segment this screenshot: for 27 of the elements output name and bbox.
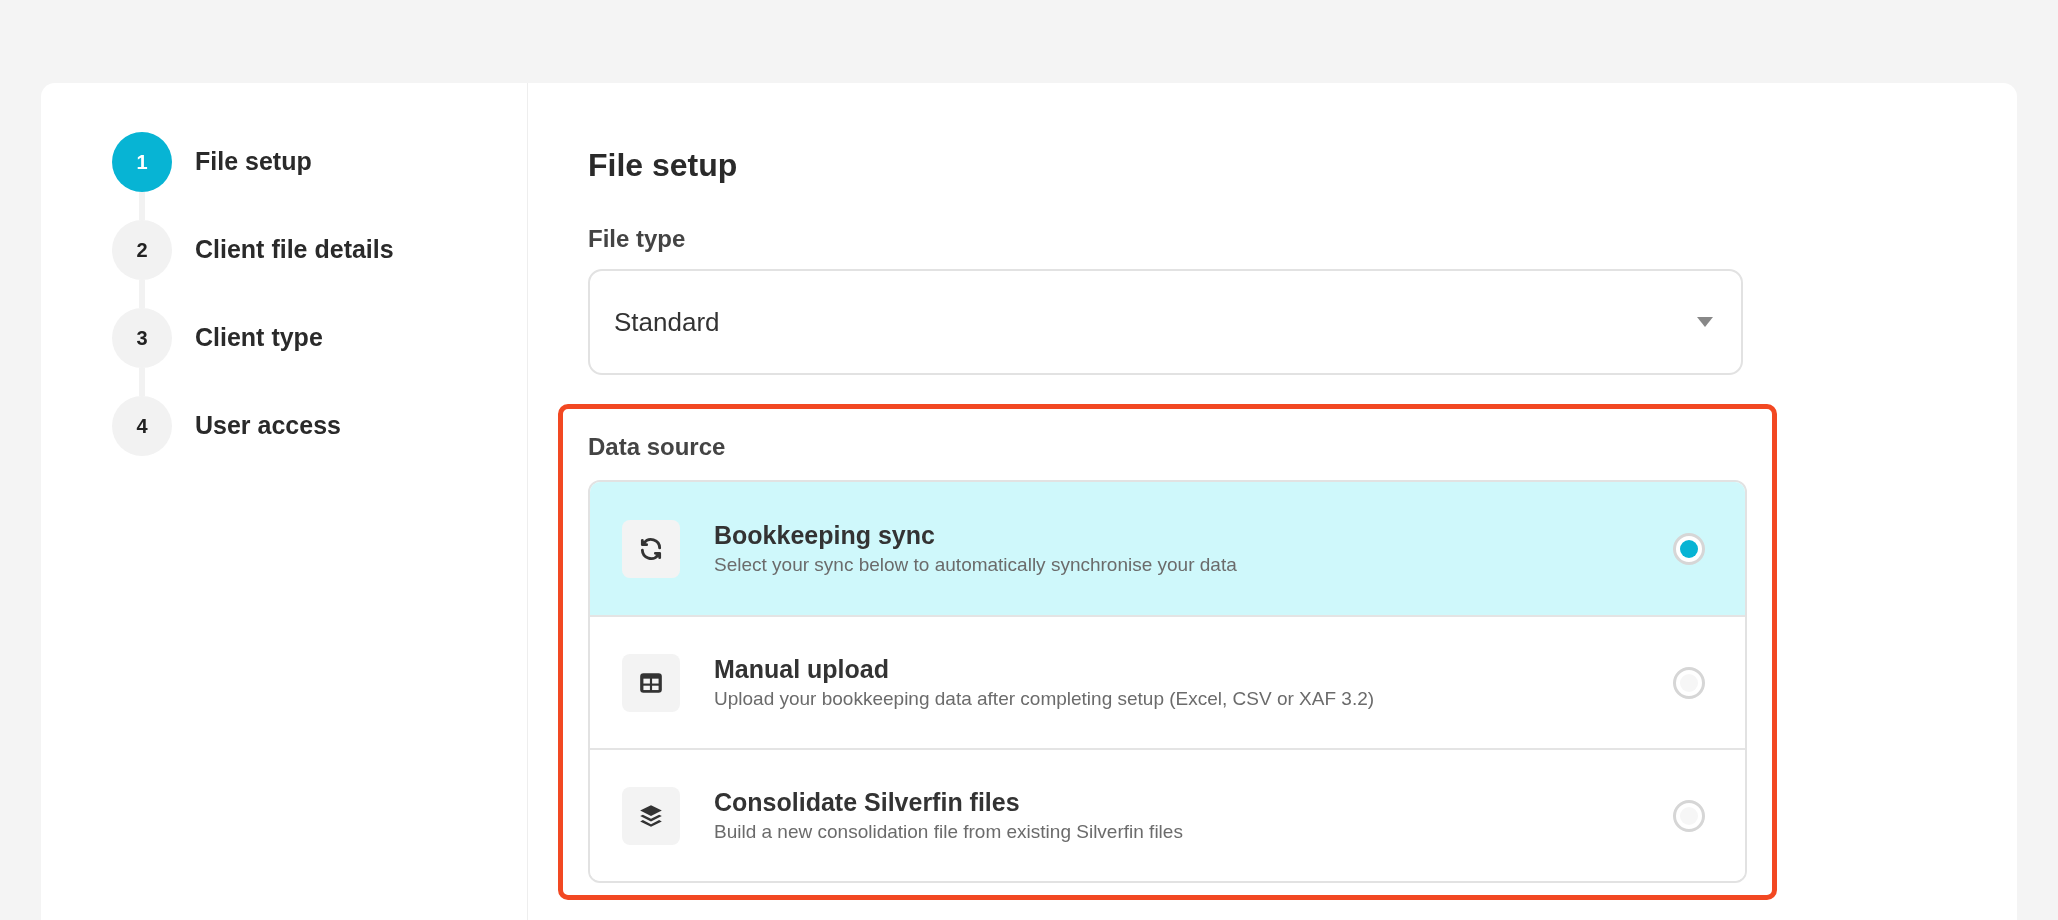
page-title: File setup xyxy=(588,146,739,185)
step-number: 2 xyxy=(112,220,172,280)
step-connector xyxy=(139,192,145,220)
step-number: 3 xyxy=(112,308,172,368)
radio-button[interactable] xyxy=(1673,532,1705,565)
option-title: Consolidate Silverfin files xyxy=(714,786,1021,818)
layers-icon xyxy=(638,802,664,829)
field-label: File type xyxy=(588,224,687,254)
step-number: 1 xyxy=(112,132,172,192)
file-type-select[interactable]: Standard xyxy=(588,269,1743,375)
option-description: Build a new consolidation file from existing Silverfin files xyxy=(714,819,1184,844)
option-title: Bookkeeping sync xyxy=(714,519,936,551)
step-label[interactable]: File setup xyxy=(195,143,312,181)
caret-icon xyxy=(1697,317,1713,327)
field-label: Data source xyxy=(588,432,727,462)
option-title: Manual upload xyxy=(714,653,890,685)
radio-button[interactable] xyxy=(1673,666,1705,699)
option-description: Upload your bookkeeping data after completing setup (Excel, CSV or XAF 3.2) xyxy=(714,686,1376,711)
option-description: Select your sync below to automatically synchronise your data xyxy=(714,552,1238,577)
step-label[interactable]: User access xyxy=(195,407,341,445)
data-source-option[interactable]: Bookkeeping sync Select your sync below to automatically synchronise your data xyxy=(590,482,1745,615)
step-number: 4 xyxy=(112,396,172,456)
step-label[interactable]: Client file details xyxy=(195,231,394,269)
step-label[interactable]: Client type xyxy=(195,319,323,357)
sync-icon xyxy=(638,535,664,562)
data-source-option[interactable]: Consolidate Silverfin files Build a new consolidation file from existing Silverfin files xyxy=(590,748,1745,881)
radio-button[interactable] xyxy=(1673,799,1705,832)
